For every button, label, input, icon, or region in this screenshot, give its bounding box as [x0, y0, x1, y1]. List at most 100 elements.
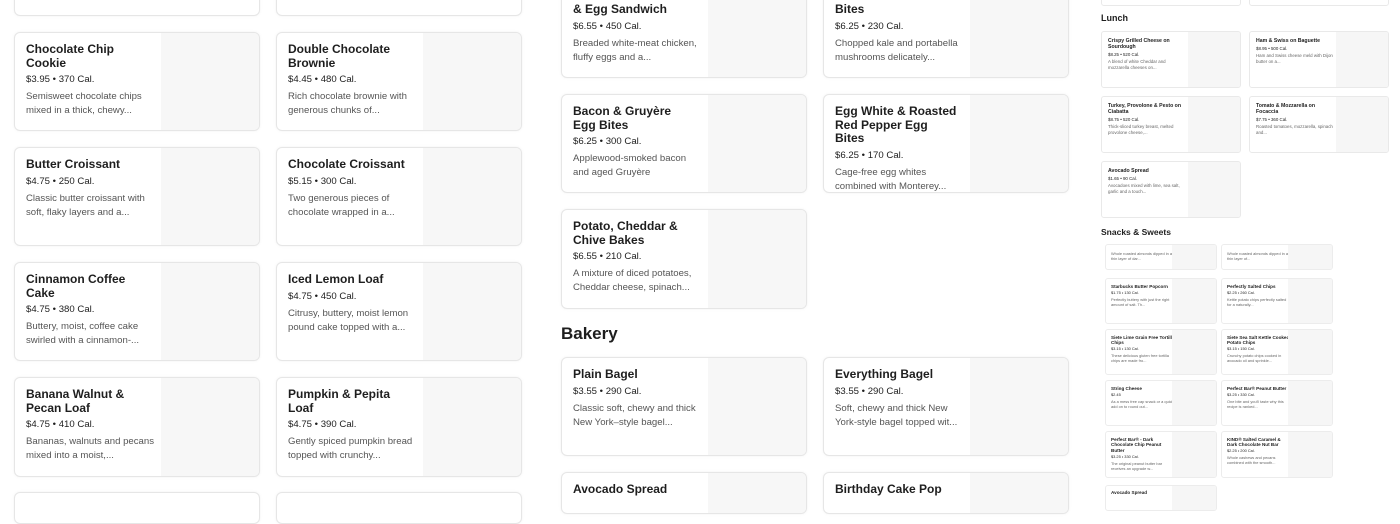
product-name: Egg White & Roasted Red Pepper Egg Bites	[835, 104, 957, 145]
product-name: Avocado Spread	[573, 482, 668, 496]
product-price-cal: $4.75 • 450 Cal.	[288, 290, 357, 302]
mini-product-card[interactable]: Turkey, Provolone & Pesto on Ciabatta $8…	[1101, 96, 1241, 153]
product-price-cal: $3.55 • 290 Cal.	[573, 385, 642, 397]
product-description: Gently spiced pumpkin bread topped with …	[288, 436, 413, 461]
section-heading-snacks: Snacks & Sweets	[1101, 227, 1171, 237]
product-price-cal: $6.55 • 450 Cal.	[573, 20, 642, 32]
mini-product-card[interactable]: Whole roasted almonds dipped in a thin l…	[1105, 244, 1217, 270]
partial-card-top-left-2[interactable]	[276, 0, 522, 16]
product-price-cal: $4.75 • 250 Cal.	[26, 175, 95, 187]
product-description: Perfectly buttery with just the right am…	[1111, 297, 1170, 307]
mini-partial-card[interactable]	[1249, 0, 1389, 6]
product-name: Birthday Cake Pop	[835, 482, 942, 496]
product-image	[423, 148, 521, 245]
product-name: & Egg Sandwich	[573, 2, 668, 16]
mini-product-card[interactable]: Ham & Swiss on Baguette $8.95 • 500 Cal.…	[1249, 31, 1389, 88]
product-price-cal: $3.55 • 290 Cal.	[835, 385, 904, 397]
product-name: Banana Walnut & Pecan Loaf	[26, 387, 125, 415]
mini-product-card[interactable]: Perfect Bar® - Dark Chocolate Chip Peanu…	[1105, 431, 1217, 478]
mini-product-card[interactable]: Perfectly Salted Chips $2.25 • 260 Cal. …	[1221, 278, 1333, 324]
product-image	[161, 263, 259, 360]
product-price-cal: $7.75 • 360 Cal.	[1256, 117, 1288, 122]
product-description: One bite and you'll taste why this recip…	[1227, 399, 1284, 409]
product-card[interactable]: Banana Walnut & Pecan Loaf $4.75 • 410 C…	[14, 377, 260, 477]
product-description: A mixture of diced potatoes, Cheddar che…	[573, 268, 692, 293]
product-description: The original peanut butter bar receives …	[1111, 460, 1163, 471]
product-image	[1172, 381, 1216, 425]
product-image	[161, 378, 259, 476]
product-name: Chocolate Croissant	[288, 157, 405, 171]
product-name: Tomato & Mozzarella on Focaccia	[1256, 103, 1315, 115]
product-image	[1172, 279, 1216, 323]
partial-card-top-left-1[interactable]	[14, 0, 260, 16]
product-name: Pumpkin & Pepita Loaf	[288, 387, 391, 415]
product-card[interactable]: Avocado Spread	[561, 472, 807, 514]
product-image	[1172, 245, 1216, 269]
mini-product-card[interactable]: Crispy Grilled Cheese on Sourdough $8.25…	[1101, 31, 1241, 88]
mini-product-card[interactable]: Avocado Spread $1.65 • 90 Cal. Avocadoes…	[1101, 161, 1241, 218]
product-image	[1172, 330, 1216, 374]
product-name: Avocado Spread	[1111, 490, 1148, 495]
product-card[interactable]: Plain Bagel $3.55 • 290 Cal. Classic sof…	[561, 357, 807, 456]
product-description: Roasted tomatoes, mozzarella, spinach an…	[1256, 124, 1333, 135]
product-card[interactable]: Potato, Cheddar & Chive Bakes $6.55 • 21…	[561, 209, 807, 309]
product-price-cal: $1.65 • 90 Cal.	[1108, 176, 1137, 181]
product-card[interactable]: Everything Bagel $3.55 • 290 Cal. Soft, …	[823, 357, 1069, 456]
product-price-cal: $3.15 • 150 Cal.	[1227, 346, 1255, 352]
mini-product-card[interactable]: KIND® Salted Caramel & Dark Chocolate Nu…	[1221, 431, 1333, 478]
product-card[interactable]: Chocolate Chip Cookie $3.95 • 370 Cal. S…	[14, 32, 260, 131]
partial-card-bottom[interactable]	[276, 492, 522, 524]
product-price-cal: $6.25 • 170 Cal.	[835, 149, 904, 161]
product-name: Perfect Bar® Peanut Butter	[1227, 386, 1287, 391]
product-card[interactable]: Chocolate Croissant $5.15 • 300 Cal. Two…	[276, 147, 522, 246]
mini-partial-card[interactable]	[1101, 0, 1241, 6]
product-description: Two generous pieces of chocolate wrapped…	[288, 192, 395, 218]
product-name: Ham & Swiss on Baguette	[1256, 38, 1320, 44]
product-image	[708, 210, 806, 308]
product-card[interactable]: Pumpkin & Pepita Loaf $4.75 • 390 Cal. G…	[276, 377, 522, 477]
product-image	[1288, 279, 1332, 323]
product-description: Whole roasted almonds dipped in a thin l…	[1111, 250, 1172, 261]
product-description: Avocadoes mixed with lime, sea salt, gar…	[1108, 183, 1180, 194]
product-card[interactable]: Bacon & Gruyère Egg Bites $6.25 • 300 Ca…	[561, 94, 807, 193]
product-description: Rich chocolate brownie with generous chu…	[288, 91, 407, 116]
product-description: A blend of white Cheddar and mozzarella …	[1108, 59, 1166, 70]
product-card[interactable]: Iced Lemon Loaf $4.75 • 450 Cal. Citrusy…	[276, 262, 522, 361]
product-image	[708, 95, 806, 192]
product-card[interactable]: Butter Croissant $4.75 • 250 Cal. Classi…	[14, 147, 260, 246]
mini-product-card[interactable]: Tomato & Mozzarella on Focaccia $7.75 • …	[1249, 96, 1389, 153]
product-card[interactable]: & Egg Sandwich $6.55 • 450 Cal. Breaded …	[561, 0, 807, 78]
partial-card-bottom[interactable]	[14, 492, 260, 524]
product-description: Bananas, walnuts and pecans mixed into a…	[26, 436, 155, 461]
product-description: Whole cashews and pecans combined with t…	[1227, 455, 1276, 466]
product-name: KIND® Salted Caramel & Dark Chocolate Nu…	[1227, 437, 1281, 448]
product-description: Semisweet chocolate chips mixed in a thi…	[26, 91, 142, 116]
product-description: Citrusy, buttery, moist lemon pound cake…	[288, 307, 409, 333]
mini-product-card[interactable]: Starbucks Butter Popcorn $1.75 • 130 Cal…	[1105, 278, 1217, 324]
product-card[interactable]: Double Chocolate Brownie $4.45 • 480 Cal…	[276, 32, 522, 131]
product-description: Kettle potato chips perfectly salted for…	[1227, 297, 1287, 307]
mini-product-card[interactable]: Perfect Bar® Peanut Butter $3.25 • 330 C…	[1221, 380, 1333, 426]
product-name: Potato, Cheddar & Chive Bakes	[573, 219, 678, 247]
section-heading-lunch: Lunch	[1101, 13, 1128, 23]
product-price-cal: $8.75 • 520 Cal.	[1108, 117, 1140, 122]
product-price-cal: $8.95 • 500 Cal.	[1256, 46, 1288, 51]
mini-product-card[interactable]: Siete Sea Salt Kettle Cooked Potato Chip…	[1221, 329, 1333, 375]
product-card[interactable]: Bites $6.25 • 230 Cal. Chopped kale and …	[823, 0, 1069, 78]
product-description: Crunchy potato chips cooked in avocado o…	[1227, 353, 1282, 364]
product-card[interactable]: Cinnamon Coffee Cake $4.75 • 380 Cal. Bu…	[14, 262, 260, 361]
product-name: Bacon & Gruyère Egg Bites	[573, 104, 672, 132]
mini-product-card[interactable]: String Cheese $2.45 As a mess free cap s…	[1105, 380, 1217, 426]
product-name: Chocolate Chip Cookie	[26, 42, 115, 70]
product-card[interactable]: Egg White & Roasted Red Pepper Egg Bites…	[823, 94, 1069, 193]
product-price-cal: $6.25 • 230 Cal.	[835, 20, 904, 32]
mini-product-card[interactable]: Whole roasted almonds dipped in a thin l…	[1221, 244, 1333, 270]
product-description: Buttery, moist, coffee cake swirled with…	[26, 321, 140, 346]
product-image	[970, 358, 1068, 455]
product-card[interactable]: Birthday Cake Pop	[823, 472, 1069, 514]
product-image	[161, 148, 259, 245]
product-image	[1336, 97, 1388, 152]
mini-product-card[interactable]: Avocado Spread	[1105, 485, 1217, 511]
mini-product-card[interactable]: Siete Lime Grain Free Tortilla Chips $3.…	[1105, 329, 1217, 375]
product-price-cal: $4.75 • 380 Cal.	[26, 304, 95, 315]
